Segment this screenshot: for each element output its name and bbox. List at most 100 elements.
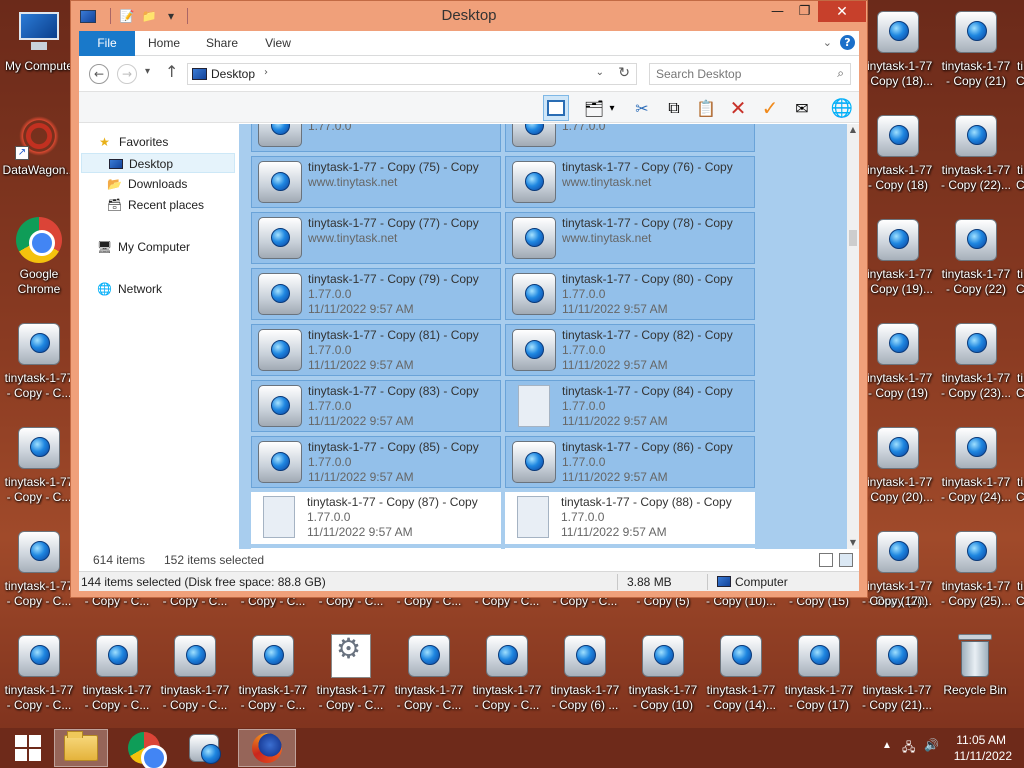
breadcrumb-desktop[interactable]: Desktop — [211, 67, 255, 81]
file-item[interactable]: tinytask-1-77 - Copy (78) - Copy www.tiny… — [505, 212, 755, 264]
network-tray-icon[interactable]: 🖧 — [902, 738, 915, 759]
desktop-icon[interactable]: tinytask-1-77 - Copy (18)... — [859, 0, 937, 100]
volume-icon[interactable]: 🔊 — [924, 738, 939, 752]
desktop-icon[interactable]: tinytask-1-77 - Copy (14)... — [702, 624, 780, 724]
file-item[interactable]: tinytask-1-77 - Copy (75) - Copy www.tiny… — [251, 156, 501, 208]
desktop-icon[interactable]: tinytask-1-77 - Copy (21) — [937, 0, 1015, 100]
desktop-icon-partial[interactable]: ti C — [1016, 59, 1024, 159]
properties-check-icon[interactable]: 🗂 — [581, 95, 607, 121]
maximize-icon[interactable]: ❐ — [791, 1, 818, 22]
desktop-icon-partial[interactable]: ti C — [1016, 163, 1024, 263]
desktop-icon-partial[interactable]: ti C — [1016, 475, 1024, 575]
forward-icon[interactable]: → — [117, 64, 137, 84]
file-item[interactable]: tinytask-1-77 - Copy (88) - Copy 1.77.0.0… — [505, 492, 755, 544]
delete-icon[interactable]: ✕ — [725, 95, 751, 121]
scroll-down-icon[interactable]: ▼ — [847, 537, 859, 549]
search-box[interactable]: Search Desktop ⌕ — [649, 63, 851, 85]
nav-item-recent-places[interactable]: 🗃 Recent places — [79, 195, 235, 215]
desktop-icon-partial[interactable]: ti C — [1016, 267, 1024, 367]
desktop-icon[interactable]: ↗ DataWagon... — [0, 104, 78, 204]
file-item[interactable]: tinytask-1-77 - Copy (76) - Copy www.tiny… — [505, 156, 755, 208]
close-icon[interactable]: ✕ — [818, 1, 866, 22]
desktop-icon[interactable]: tinytask-1-77 - Copy - C... — [0, 416, 78, 516]
desktop-icon-partial[interactable]: ti C — [1016, 579, 1024, 679]
explorer-window[interactable]: 📝 📁 ▾ Desktop — ❐ ✕ File Home Share View… — [70, 0, 868, 598]
nav-network[interactable]: 🌐 Network — [79, 279, 235, 299]
clock-date[interactable]: 11/11/2022 — [954, 749, 1012, 763]
desktop-icon[interactable]: tinytask-1-77 - Copy - C... — [0, 624, 78, 724]
desktop-icon[interactable]: tinytask-1-77 - Copy - C... — [390, 624, 468, 724]
file-item[interactable]: tinytask-1-77 - Copy (84) - Copy 1.77.0.0… — [505, 380, 755, 432]
rename-check-icon[interactable]: ✓ — [757, 95, 783, 121]
desktop-icon[interactable]: Google Chrome — [0, 208, 78, 308]
taskbar-tinytask[interactable] — [176, 729, 232, 767]
tab-view[interactable]: View — [251, 31, 305, 56]
desktop-icon-partial[interactable]: ti C — [1016, 371, 1024, 471]
desktop-icon[interactable]: tinytask-1-77 - Copy (22)... — [937, 104, 1015, 204]
file-item[interactable]: tinytask-1-77 - Copy (79) - Copy 1.77.0.0… — [251, 268, 501, 320]
desktop-icon[interactable]: My Compute — [0, 0, 78, 100]
tab-home[interactable]: Home — [137, 31, 191, 56]
file-item[interactable]: tinytask-1-77 - Copy (82) - Copy 1.77.0.0… — [505, 324, 755, 376]
desktop-icon[interactable]: tinytask-1-77 - Copy - C... — [312, 624, 390, 724]
file-item[interactable]: 1.77.0.0 — [505, 124, 755, 152]
desktop-icon[interactable]: tinytask-1-77 - Copy (22) — [937, 208, 1015, 308]
desktop-icon[interactable]: tinytask-1-77 - Copy (23)... — [937, 312, 1015, 412]
file-list[interactable]: 1.77.0.0 1.77.0.0 tinytask-1-77 - Copy (75… — [239, 124, 847, 549]
desktop-icon[interactable]: tinytask-1-77 - Copy - C... — [234, 624, 312, 724]
email-icon[interactable]: ✉ — [789, 95, 815, 121]
file-item[interactable]: tinytask-1-77 - Copy (87) - Copy 1.77.0.0… — [251, 492, 501, 544]
desktop-icon[interactable]: tinytask-1-77 - Copy (17) — [780, 624, 858, 724]
desktop-icon[interactable]: tinytask-1-77 - Copy (25)... — [937, 520, 1015, 620]
file-item[interactable]: tinytask-1-77 - Copy (80) - Copy 1.77.0.0… — [505, 268, 755, 320]
taskbar-firefox[interactable] — [238, 729, 296, 767]
desktop-icon[interactable]: tinytask-1-77 - Copy (19)... — [859, 208, 937, 308]
desktop-icon[interactable]: tinytask-1-77 - Copy - C... — [156, 624, 234, 724]
desktop-icon-label-partial[interactable]: - Copy (17)... — [858, 594, 936, 608]
desktop-icon[interactable]: tinytask-1-77 - Copy - C... — [0, 520, 78, 620]
large-icons-view-icon[interactable] — [839, 553, 853, 567]
start-button[interactable] — [0, 729, 56, 767]
copy-icon[interactable]: ⧉ — [661, 95, 687, 121]
nav-favorites[interactable]: ★ Favorites — [79, 132, 235, 152]
nav-my-computer[interactable]: 🖥 My Computer — [79, 237, 235, 257]
search-icon[interactable]: ⌕ — [837, 66, 844, 81]
nav-item-downloads[interactable]: 📂 Downloads — [79, 174, 235, 194]
desktop-icon[interactable]: Recycle Bin — [936, 624, 1014, 724]
tab-file[interactable]: File — [79, 31, 135, 56]
help-icon[interactable]: ? — [840, 35, 855, 50]
back-icon[interactable]: ← — [89, 64, 109, 84]
vertical-scrollbar[interactable]: ▲ ▼ — [847, 124, 859, 549]
clock-time[interactable]: 11:05 AM — [956, 733, 1006, 747]
refresh-icon[interactable]: ↻ — [618, 65, 630, 81]
recent-locations-icon[interactable]: ▾ — [145, 66, 150, 77]
desktop-icon[interactable]: tinytask-1-77 - Copy - C... — [468, 624, 546, 724]
address-bar[interactable]: Desktop › ⌄ ↻ — [187, 63, 637, 85]
desktop-icon[interactable]: tinytask-1-77 - Copy (24)... — [937, 416, 1015, 516]
up-icon[interactable]: ↑ — [165, 62, 178, 81]
properties-dropdown-icon[interactable]: ▾ — [605, 95, 619, 121]
breadcrumb-chevron-icon[interactable]: › — [264, 67, 268, 78]
file-item[interactable]: tinytask-1-77 - Copy (77) - Copy www.tiny… — [251, 212, 501, 264]
title-bar[interactable]: 📝 📁 ▾ Desktop — ❐ ✕ — [71, 1, 867, 31]
desktop-icon[interactable]: tinytask-1-77 - Copy (10) — [624, 624, 702, 724]
show-hidden-icons-icon[interactable]: ▲ — [882, 740, 892, 751]
preview-pane-icon[interactable] — [543, 95, 569, 121]
desktop-icon[interactable]: tinytask-1-77 - Copy - C... — [0, 312, 78, 412]
file-item[interactable]: tinytask-1-77 - Copy (86) - Copy 1.77.0.0… — [505, 436, 755, 488]
minimize-icon[interactable]: — — [764, 1, 791, 22]
tab-share[interactable]: Share — [195, 31, 249, 56]
cut-icon[interactable]: ✂ — [629, 95, 655, 121]
scroll-up-icon[interactable]: ▲ — [847, 124, 859, 136]
file-item[interactable]: 1.77.0.0 — [251, 124, 501, 152]
desktop-icon[interactable]: tinytask-1-77 - Copy - C... — [78, 624, 156, 724]
file-item[interactable]: tinytask-1-77 - Copy (81) - Copy 1.77.0.0… — [251, 324, 501, 376]
taskbar-file-explorer[interactable] — [54, 729, 108, 767]
desktop-icon[interactable]: tinytask-1-77 - Copy (18) — [859, 104, 937, 204]
address-dropdown-icon[interactable]: ⌄ — [596, 67, 604, 78]
desktop-icon[interactable]: tinytask-1-77 - Copy (20)... — [859, 416, 937, 516]
nav-item-desktop[interactable]: Desktop — [81, 153, 235, 173]
scroll-thumb[interactable] — [849, 230, 857, 246]
taskbar-chrome[interactable] — [116, 729, 172, 768]
desktop-icon[interactable]: tinytask-1-77 - Copy (6) ... — [546, 624, 624, 724]
